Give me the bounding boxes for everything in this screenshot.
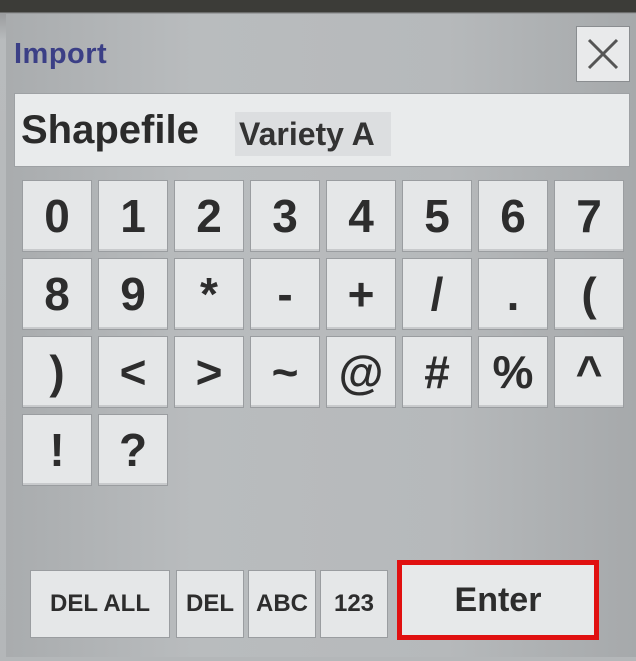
key-plus[interactable]: + xyxy=(326,258,396,330)
dialog-title: Import xyxy=(14,38,108,70)
key-less-than[interactable]: < xyxy=(98,336,168,408)
key-caret[interactable]: ^ xyxy=(554,336,624,408)
delete-button[interactable]: DEL xyxy=(176,570,244,638)
key-percent[interactable]: % xyxy=(478,336,548,408)
key-1[interactable]: 1 xyxy=(98,180,168,252)
field-value: Variety A xyxy=(235,112,391,156)
key-4[interactable]: 4 xyxy=(326,180,396,252)
key-minus[interactable]: - xyxy=(250,258,320,330)
key-question[interactable]: ? xyxy=(98,414,168,486)
key-close-paren[interactable]: ) xyxy=(22,336,92,408)
key-tilde[interactable]: ~ xyxy=(250,336,320,408)
key-7[interactable]: 7 xyxy=(554,180,624,252)
key-at[interactable]: @ xyxy=(326,336,396,408)
field-label: Shapefile xyxy=(21,108,199,152)
key-3[interactable]: 3 xyxy=(250,180,320,252)
key-0[interactable]: 0 xyxy=(22,180,92,252)
key-5[interactable]: 5 xyxy=(402,180,472,252)
key-slash[interactable]: / xyxy=(402,258,472,330)
screen: Import Shapefile Variety A 0 1 2 3 4 5 6… xyxy=(0,0,636,661)
numeric-keyboard-button[interactable]: 123 xyxy=(320,570,388,638)
key-2[interactable]: 2 xyxy=(174,180,244,252)
key-9[interactable]: 9 xyxy=(98,258,168,330)
key-6[interactable]: 6 xyxy=(478,180,548,252)
close-button[interactable] xyxy=(576,26,630,82)
key-exclamation[interactable]: ! xyxy=(22,414,92,486)
key-period[interactable]: . xyxy=(478,258,548,330)
key-open-paren[interactable]: ( xyxy=(554,258,624,330)
key-hash[interactable]: # xyxy=(402,336,472,408)
enter-button[interactable]: Enter xyxy=(397,560,599,640)
key-greater-than[interactable]: > xyxy=(174,336,244,408)
abc-keyboard-button[interactable]: ABC xyxy=(248,570,316,638)
text-input-field[interactable]: Shapefile Variety A xyxy=(14,93,630,167)
key-asterisk[interactable]: * xyxy=(174,258,244,330)
key-8[interactable]: 8 xyxy=(22,258,92,330)
delete-all-button[interactable]: DEL ALL xyxy=(30,570,170,638)
close-icon xyxy=(587,38,619,70)
